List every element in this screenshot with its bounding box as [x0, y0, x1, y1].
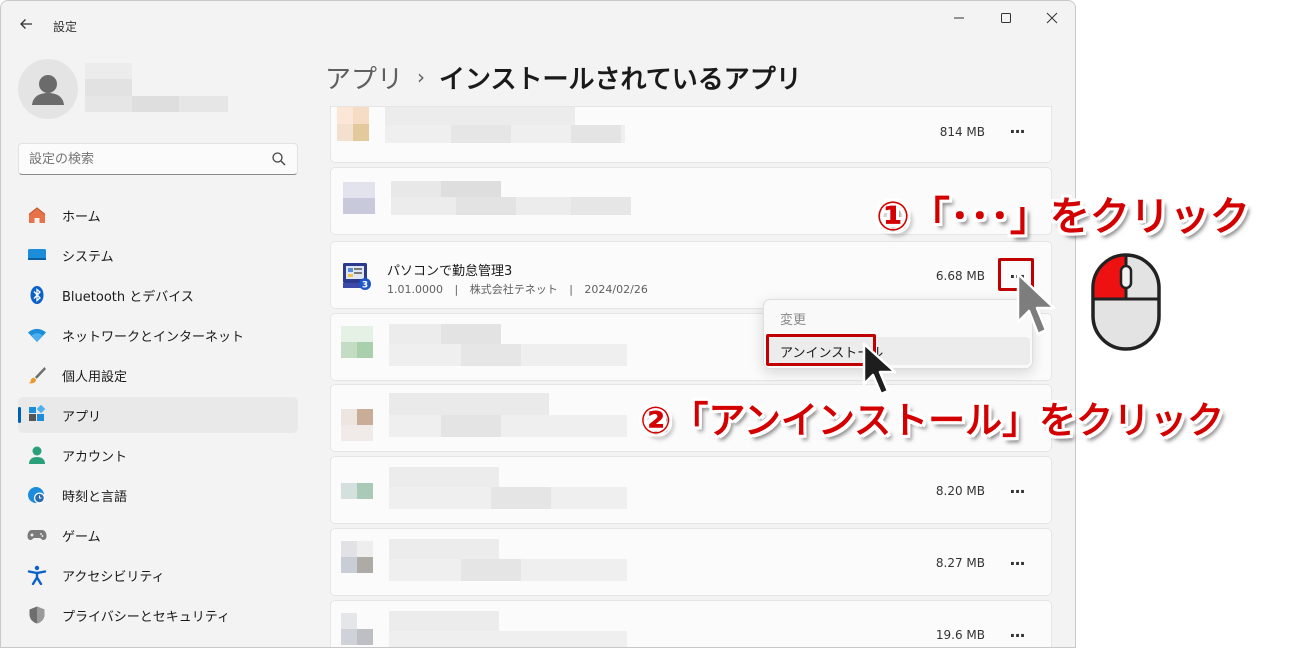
app-size: 6.68 MB	[935, 269, 985, 283]
app-meta: 1.01.0000 | 株式会社テネット | 2024/02/26	[387, 281, 648, 297]
sidebar-item-home[interactable]: ホーム	[18, 197, 298, 233]
sidebar-item-privacy[interactable]: プライバシーとセキュリティ	[18, 597, 298, 633]
app-version: 1.01.0000	[387, 283, 443, 296]
breadcrumb-parent[interactable]: アプリ	[325, 59, 403, 96]
annotation-step1: ①「･･･」をクリック	[876, 194, 1250, 240]
meta-separator: |	[454, 283, 459, 296]
sidebar-item-label: 個人用設定	[62, 369, 128, 385]
settings-search-input[interactable]	[18, 143, 298, 175]
breadcrumb: アプリ › インストールされているアプリ	[325, 57, 802, 97]
sidebar-item-label: ゲーム	[62, 529, 101, 545]
gamepad-icon	[27, 525, 47, 545]
sidebar-item-accessibility[interactable]: アクセシビリティ	[18, 557, 298, 593]
sidebar-item-accounts[interactable]: アカウント	[18, 437, 298, 473]
minimize-button[interactable]	[936, 3, 982, 33]
sidebar-item-gaming[interactable]: ゲーム	[18, 517, 298, 553]
timecard-app-icon: 3	[343, 263, 371, 291]
app-size: 814 MB	[939, 125, 985, 139]
sidebar-item-label: ホーム	[62, 209, 101, 225]
avatar[interactable]	[18, 59, 78, 119]
sidebar-item-label: アプリ	[62, 409, 102, 425]
home-icon	[27, 205, 47, 225]
bluetooth-icon	[27, 285, 47, 305]
more-options-button[interactable]: ···	[999, 476, 1035, 506]
sidebar-item-network[interactable]: ネットワークとインターネット	[18, 317, 298, 353]
meta-separator: |	[569, 283, 573, 296]
sidebar-nav: ホーム システム Bluetooth とデバイス ネットワークとインターネット …	[18, 197, 298, 637]
app-size: 8.20 MB	[935, 484, 985, 498]
annotation-step2: ②「アンインストール」をクリック	[640, 399, 1225, 442]
more-options-button[interactable]: ···	[999, 548, 1035, 578]
sidebar-item-time-language[interactable]: 時刻と言語	[18, 477, 298, 513]
back-button[interactable]	[13, 11, 39, 37]
svg-text:3: 3	[362, 281, 368, 291]
minimize-icon	[954, 17, 964, 19]
sidebar-item-label: ネットワークとインターネット	[62, 329, 245, 345]
app-list-item[interactable]: 814 MB ···	[330, 106, 1052, 163]
close-button[interactable]	[1029, 3, 1075, 33]
breadcrumb-separator: ›	[417, 65, 426, 89]
settings-window: 設定 ホーム	[0, 0, 1076, 648]
app-install-date: 2024/02/26	[584, 283, 648, 296]
app-size: 8.27 MB	[935, 556, 985, 570]
brush-icon	[27, 365, 47, 385]
more-icon: ···	[1009, 553, 1025, 573]
wifi-icon	[27, 325, 47, 345]
left-click-mouse-icon	[1091, 253, 1161, 351]
app-list-item[interactable]: 8.20 MB ···	[330, 456, 1052, 524]
more-icon: ···	[1009, 121, 1025, 141]
back-arrow-icon	[20, 19, 32, 29]
app-size: 19.6 MB	[935, 628, 985, 642]
more-options-button[interactable]: ···	[999, 620, 1035, 647]
mouse-pointer-icon	[1016, 272, 1056, 336]
sidebar-item-bluetooth[interactable]: Bluetooth とデバイス	[18, 277, 298, 313]
more-icon: ···	[1009, 481, 1025, 501]
sidebar-item-label: アクセシビリティ	[62, 569, 165, 585]
window-title: 設定	[53, 20, 78, 34]
maximize-button[interactable]	[983, 3, 1029, 33]
sidebar-item-personalization[interactable]: 個人用設定	[18, 357, 298, 393]
sidebar-item-apps[interactable]: アプリ	[18, 397, 298, 433]
sidebar-item-label: Bluetooth とデバイス	[62, 289, 194, 305]
user-name-blurred	[85, 63, 228, 113]
sidebar-item-label: アカウント	[62, 449, 128, 465]
title-bar: 設定	[1, 1, 1075, 49]
sidebar-item-label: 時刻と言語	[62, 489, 128, 505]
sidebar-item-label: プライバシーとセキュリティ	[62, 609, 230, 625]
page-title: インストールされているアプリ	[439, 64, 802, 95]
person-silhouette-icon	[32, 75, 64, 105]
accessibility-icon	[27, 565, 47, 585]
apps-icon	[27, 405, 47, 425]
person-icon	[27, 445, 47, 465]
shield-icon	[27, 605, 47, 625]
more-options-button[interactable]: ···	[999, 116, 1035, 146]
globe-clock-icon	[27, 485, 47, 505]
maximize-icon	[1001, 13, 1011, 23]
display-icon	[27, 245, 47, 265]
app-list-item[interactable]: 19.6 MB ···	[330, 600, 1052, 647]
app-name: パソコンで勤怠管理3	[387, 264, 513, 279]
close-icon	[1046, 12, 1058, 24]
more-icon: ···	[1009, 625, 1025, 645]
app-publisher: 株式会社テネット	[469, 283, 558, 296]
sidebar-item-system[interactable]: システム	[18, 237, 298, 273]
menu-item-modify[interactable]: 変更	[768, 304, 1030, 332]
search-icon[interactable]	[271, 151, 287, 167]
sidebar-item-label: システム	[62, 249, 114, 265]
app-list-item[interactable]: 8.27 MB ···	[330, 528, 1052, 596]
